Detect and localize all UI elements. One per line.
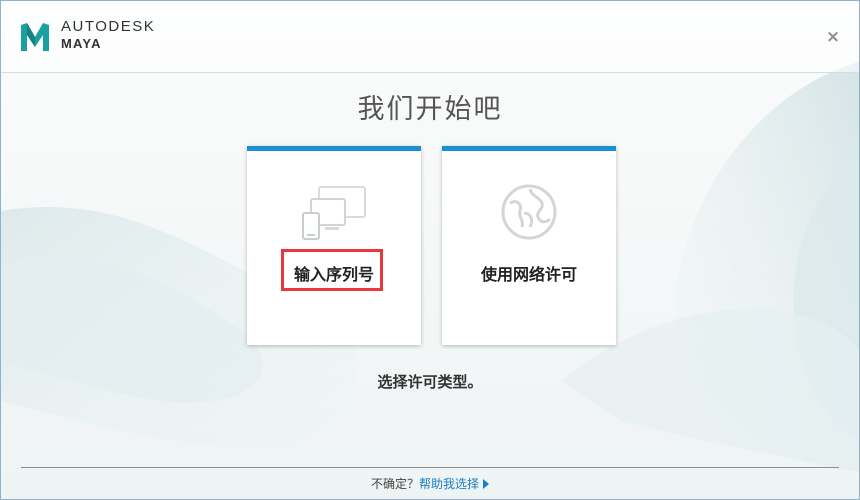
devices-icon (302, 186, 366, 240)
maya-logo-icon (21, 23, 49, 51)
footer-question: 不确定？ (370, 477, 419, 491)
app-window: AUTODESK MAYA × 我们开始吧 输入序列号 使用网络许可 选择许可类… (0, 0, 860, 500)
brand-maya: MAYA (61, 36, 102, 51)
close-button[interactable]: × (823, 27, 843, 47)
network-license-label: 使用网络许可 (480, 265, 577, 284)
background-swirl (1, 61, 859, 471)
page-title: 我们开始吧 (357, 94, 503, 125)
license-type-hint: 选择许可类型。 (377, 373, 483, 391)
play-arrow-icon[interactable] (483, 479, 490, 489)
globe-icon (501, 184, 557, 240)
header-bar: AUTODESK MAYA × (1, 1, 859, 73)
enter-serial-number-card[interactable]: 输入序列号 (247, 146, 421, 345)
help-me-choose-link[interactable]: 帮助我选择 (419, 477, 479, 491)
brand-autodesk: AUTODESK (61, 18, 156, 35)
network-license-card[interactable]: 使用网络许可 (442, 146, 616, 345)
enter-serial-number-label: 输入序列号 (293, 265, 374, 284)
footer: 不确定？帮助我选择 (1, 476, 859, 492)
footer-divider (21, 467, 839, 468)
